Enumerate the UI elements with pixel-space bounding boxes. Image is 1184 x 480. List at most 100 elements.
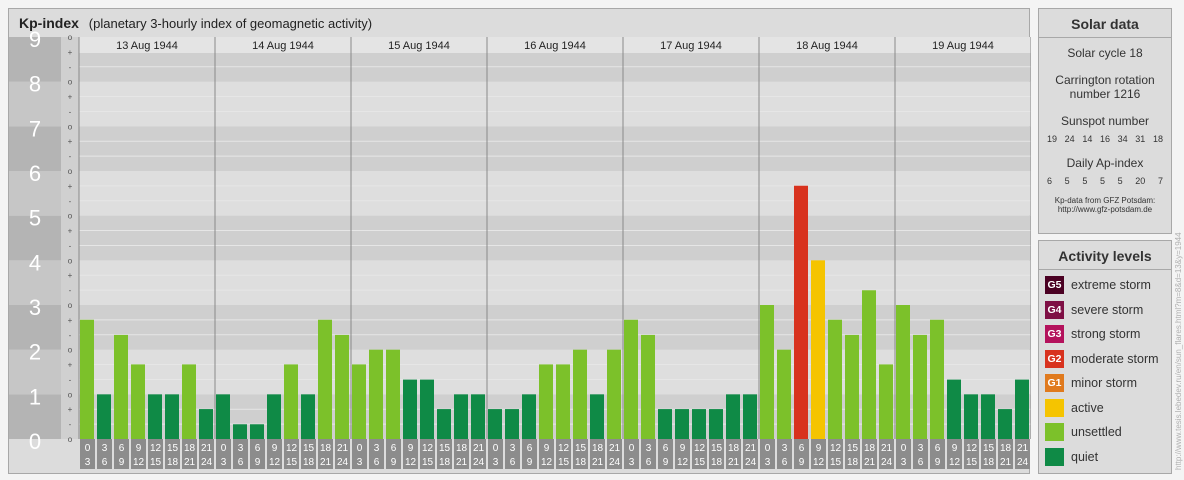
y-minor-label: o <box>68 33 73 42</box>
kp-bar <box>114 334 128 439</box>
sunspot-value: 34 <box>1117 134 1128 144</box>
x-tick-end: 18 <box>983 457 995 468</box>
y-minor-label: o <box>68 122 73 131</box>
x-tick-end: 21 <box>1000 457 1012 468</box>
y-minor-label: + <box>68 48 73 57</box>
y-minor-label: o <box>68 78 73 87</box>
y-tick-label: 7 <box>29 116 41 141</box>
x-tick-end: 12 <box>541 457 553 468</box>
x-tick-start: 15 <box>167 443 179 454</box>
activity-levels-panel: Activity levels G5 extreme storm G4 seve… <box>1038 240 1172 474</box>
kp-bar <box>165 394 179 439</box>
x-tick-start: 0 <box>221 443 227 454</box>
kp-bar <box>335 334 349 439</box>
x-tick-start: 21 <box>881 443 893 454</box>
x-tick-end: 12 <box>133 457 145 468</box>
kp-bar <box>199 409 213 439</box>
solar-data-title: Solar data <box>1039 9 1171 38</box>
x-tick-end: 18 <box>575 457 587 468</box>
x-tick-end: 24 <box>609 457 621 468</box>
x-tick-end: 9 <box>799 457 805 468</box>
sunspot-value: 31 <box>1135 134 1146 144</box>
kp-bar <box>573 349 587 439</box>
y-minor-label: + <box>68 271 73 280</box>
kp-bar <box>726 394 740 439</box>
x-tick-start: 12 <box>286 443 298 454</box>
kp-bar <box>352 364 366 439</box>
kp-bar <box>301 394 315 439</box>
y-minor-label: + <box>68 316 73 325</box>
chart-title: Kp-index (planetary 3-hourly index of ge… <box>19 15 372 31</box>
ap-value: 7 <box>1157 176 1163 186</box>
plot-band <box>79 260 1031 305</box>
kp-bar <box>233 424 247 439</box>
y-minor-label: + <box>68 405 73 414</box>
y-tick-label: 3 <box>29 295 41 320</box>
x-tick-end: 3 <box>493 457 499 468</box>
solar-data-panel: Solar data Solar cycle 18 Carrington rot… <box>1038 8 1172 234</box>
kp-bar <box>318 319 332 439</box>
y-tick-label: 5 <box>29 206 41 231</box>
day-label: 17 Aug 1944 <box>660 40 722 52</box>
y-minor-label: - <box>69 197 72 206</box>
kp-bar <box>182 364 196 439</box>
plot-band <box>79 126 1031 171</box>
x-tick-start: 6 <box>527 443 533 454</box>
kp-bar <box>964 394 978 439</box>
x-tick-end: 21 <box>184 457 196 468</box>
carrington-rotation-line2: number 1216 <box>1069 87 1141 101</box>
legend-swatch-unsettled <box>1045 423 1064 442</box>
kp-bar <box>981 394 995 439</box>
data-credit-link[interactable]: http://www.gfz-potsdam.de <box>1039 205 1171 214</box>
legend-swatch-quiet <box>1045 447 1064 466</box>
x-tick-end: 6 <box>102 457 108 468</box>
x-tick-start: 18 <box>456 443 468 454</box>
x-tick-end: 24 <box>1017 457 1029 468</box>
x-tick-end: 6 <box>374 457 380 468</box>
kp-bar <box>420 379 434 439</box>
x-tick-end: 24 <box>337 457 349 468</box>
x-tick-end: 15 <box>694 457 706 468</box>
kp-bar <box>658 409 672 439</box>
legend-label: strong storm <box>1071 327 1141 342</box>
x-tick-end: 15 <box>966 457 978 468</box>
day-label: 15 Aug 1944 <box>388 40 450 52</box>
x-tick-end: 15 <box>150 457 162 468</box>
x-tick-start: 3 <box>918 443 924 454</box>
y-minor-label: - <box>69 286 72 295</box>
ap-value: 5 <box>1099 176 1105 186</box>
y-minor-label: o <box>68 390 73 399</box>
x-tick-end: 21 <box>864 457 876 468</box>
x-tick-start: 18 <box>728 443 740 454</box>
kp-bar <box>556 364 570 439</box>
day-label: 13 Aug 1944 <box>116 40 178 52</box>
x-tick-start: 0 <box>357 443 363 454</box>
legend-label: severe storm <box>1071 302 1144 317</box>
kp-chart-panel: 0 1 2 3 4 5 6 7 8 9 o - + o - + o - + o - + o - + o - + o - + o - + o - + o 13… <box>8 8 1031 474</box>
x-tick-start: 9 <box>272 443 278 454</box>
kp-bar <box>862 290 876 439</box>
sunspot-values: 19 24 14 16 34 31 18 <box>1039 134 1171 144</box>
x-tick-start: 3 <box>510 443 516 454</box>
y-tick-label: 6 <box>29 161 41 186</box>
kp-bar <box>743 394 757 439</box>
day-label: 16 Aug 1944 <box>524 40 586 52</box>
x-tick-end: 24 <box>745 457 757 468</box>
x-tick-start: 12 <box>422 443 434 454</box>
y-minor-label: + <box>68 93 73 102</box>
x-tick-end: 6 <box>646 457 652 468</box>
chart-subtitle: (planetary 3-hourly index of geomagnetic… <box>88 16 373 31</box>
sunspot-value: 14 <box>1082 134 1093 144</box>
x-tick-end: 9 <box>391 457 397 468</box>
x-tick-end: 3 <box>901 457 907 468</box>
x-tick-end: 24 <box>881 457 893 468</box>
x-tick-start: 12 <box>830 443 842 454</box>
x-tick-start: 6 <box>799 443 805 454</box>
ap-index-title: Daily Ap-index <box>1066 156 1144 170</box>
x-tick-end: 9 <box>255 457 261 468</box>
y-minor-label: + <box>68 182 73 191</box>
kp-bar <box>675 409 689 439</box>
x-tick-start: 0 <box>901 443 907 454</box>
kp-bar <box>148 394 162 439</box>
plot-band <box>79 305 1031 350</box>
